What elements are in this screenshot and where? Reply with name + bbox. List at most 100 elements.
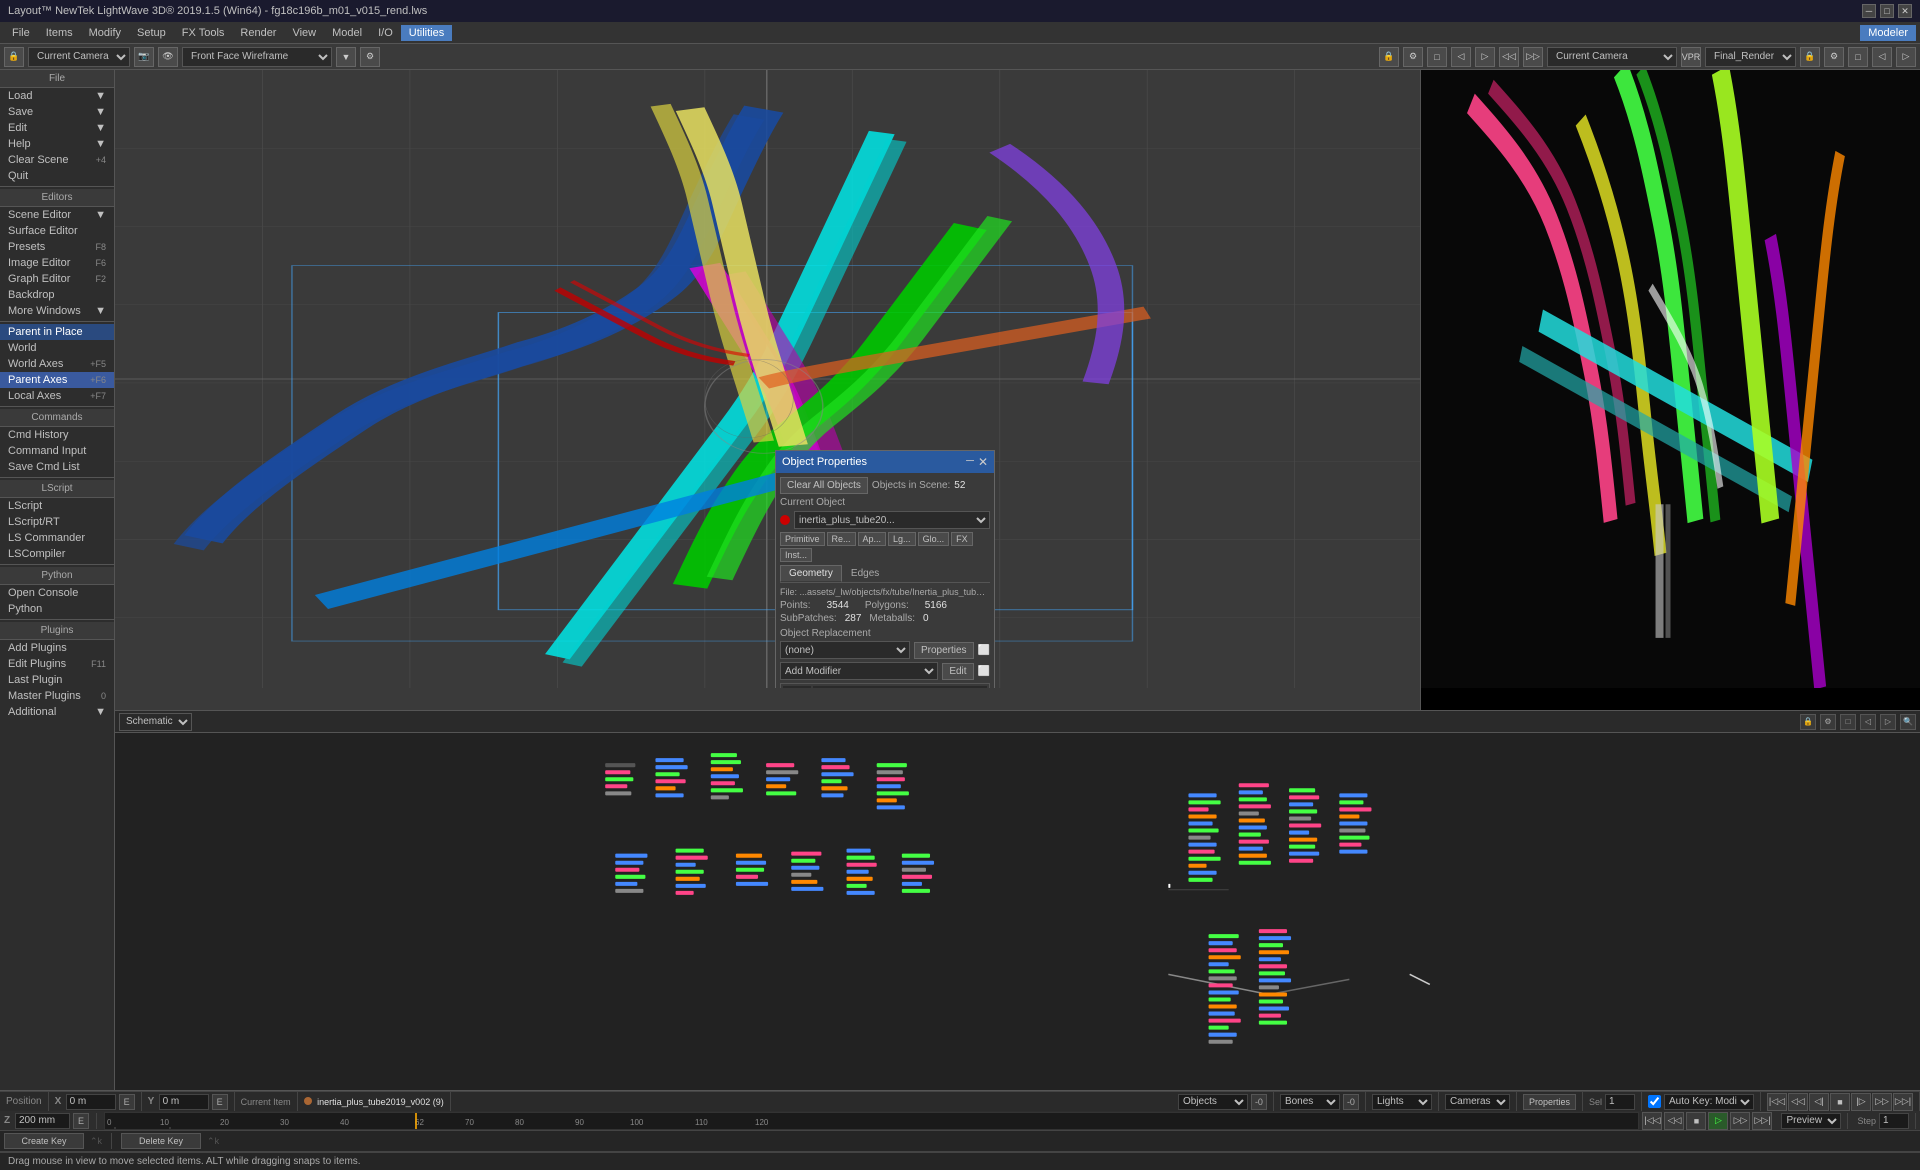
pb-right-right-btn[interactable]: ▷▷| (1752, 1112, 1772, 1130)
tab-lg[interactable]: Lg... (888, 532, 916, 546)
toolbar-r6[interactable]: ◁◁ (1499, 47, 1519, 67)
viewport-mode-select[interactable]: Front Face Wireframe (182, 47, 332, 67)
z-e-btn[interactable]: E (73, 1113, 89, 1129)
play-start-btn[interactable]: |◁◁ (1767, 1093, 1787, 1111)
sidebar-surface-editor[interactable]: Surface Editor (0, 223, 114, 239)
tab-fx[interactable]: FX (951, 532, 973, 546)
menu-file[interactable]: File (4, 25, 38, 41)
toolbar-cam-icon[interactable]: 📷 (134, 47, 154, 67)
timeline-ruler[interactable]: 0 10 20 30 40 62 70 80 90 100 110 120 (104, 1112, 1639, 1130)
schematic-fit-icon[interactable]: □ (1840, 714, 1856, 730)
properties-icon[interactable]: ⬜ (978, 645, 990, 656)
dialog-minimize[interactable]: ─ (966, 455, 974, 469)
cameras-select[interactable]: Cameras (1445, 1094, 1510, 1110)
tab-inst[interactable]: Inst... (780, 548, 812, 562)
edit-icon[interactable]: ⬜ (978, 666, 990, 677)
tab-primitive[interactable]: Primitive (780, 532, 825, 546)
main-viewport[interactable]: Object Properties ─ ✕ Clear All Objects … (115, 70, 1420, 710)
sidebar-ls-commander[interactable]: LS Commander (0, 530, 114, 546)
toolbar-eye-icon[interactable]: 👁 (158, 47, 178, 67)
toolbar-rr2[interactable]: ⚙ (1824, 47, 1844, 67)
sidebar-presets[interactable]: Presets F8 (0, 239, 114, 255)
toolbar-rr3[interactable]: □ (1848, 47, 1868, 67)
tab-re[interactable]: Re... (827, 532, 856, 546)
sidebar-graph-editor[interactable]: Graph Editor F2 (0, 271, 114, 287)
sidebar-scene-editor[interactable]: Scene Editor ▼ (0, 207, 114, 223)
main-viewport-canvas[interactable]: Object Properties ─ ✕ Clear All Objects … (115, 70, 1420, 688)
pb-left-left-btn[interactable]: |◁◁ (1642, 1112, 1662, 1130)
render-select[interactable]: Final_Render (1705, 47, 1796, 67)
right-camera-select[interactable]: Current Camera (1547, 47, 1677, 67)
sidebar-edit-plugins[interactable]: Edit Plugins F11 (0, 656, 114, 672)
menu-model[interactable]: Model (324, 25, 370, 41)
play-stop-btn[interactable]: ■ (1830, 1093, 1850, 1111)
pb-left-btn[interactable]: ◁◁ (1664, 1112, 1684, 1130)
toolbar-rr5[interactable]: ▷ (1896, 47, 1916, 67)
sidebar-last-plugin[interactable]: Last Plugin (0, 672, 114, 688)
sidebar-cmd-history[interactable]: Cmd History (0, 427, 114, 443)
delete-key-btn[interactable]: Delete Key (121, 1133, 201, 1149)
bones-select[interactable]: Bones (1280, 1094, 1340, 1110)
clear-all-objects-btn[interactable]: Clear All Objects (780, 477, 868, 494)
schematic-viewport[interactable]: Schematic 🔒 ⚙ □ ◁ ▷ 🔍 (115, 711, 1920, 1090)
right-render-viewport[interactable] (1420, 70, 1920, 710)
maximize-btn[interactable]: □ (1880, 4, 1894, 18)
menu-io[interactable]: I/O (370, 25, 401, 41)
sel-input[interactable] (1605, 1094, 1635, 1110)
toolbar-r5[interactable]: ▷ (1475, 47, 1495, 67)
step-input[interactable] (1879, 1113, 1909, 1129)
sidebar-world-axes[interactable]: World Axes +F5 (0, 356, 114, 372)
z-value-input[interactable] (15, 1113, 70, 1129)
sidebar-quit[interactable]: Quit (0, 168, 114, 184)
pb-play-btn[interactable]: ▷ (1708, 1112, 1728, 1130)
schematic-nav-icon2[interactable]: ▷ (1880, 714, 1896, 730)
sidebar-clear-scene[interactable]: Clear Scene +4 (0, 152, 114, 168)
toolbar-r1[interactable]: 🔒 (1379, 47, 1399, 67)
play-step-fwd-btn[interactable]: |▷ (1851, 1093, 1871, 1111)
x-e-btn[interactable]: E (119, 1094, 135, 1110)
lights-select[interactable]: Lights (1372, 1094, 1432, 1110)
y-e-btn[interactable]: E (212, 1094, 228, 1110)
menu-modify[interactable]: Modify (81, 25, 129, 41)
sidebar-command-input[interactable]: Command Input (0, 443, 114, 459)
schematic-mode-select[interactable]: Schematic (119, 713, 192, 731)
sidebar-world[interactable]: World (0, 340, 114, 356)
toolbar-settings-icon[interactable]: ⚙ (360, 47, 380, 67)
menu-setup[interactable]: Setup (129, 25, 174, 41)
autokey-select[interactable]: Auto Key: Modified (1664, 1094, 1754, 1110)
preview-select[interactable]: Preview (1781, 1113, 1841, 1129)
toolbar-r2[interactable]: ⚙ (1403, 47, 1423, 67)
create-key-btn[interactable]: Create Key (4, 1133, 84, 1149)
sidebar-image-editor[interactable]: Image Editor F6 (0, 255, 114, 271)
objects-select[interactable]: Objects (1178, 1094, 1248, 1110)
menu-modeler[interactable]: Modeler (1860, 25, 1916, 41)
tab-glo[interactable]: Glo... (918, 532, 950, 546)
dialog-close[interactable]: ✕ (978, 455, 988, 469)
tab-edges[interactable]: Edges (842, 565, 888, 582)
play-step-back-btn[interactable]: ◁| (1809, 1093, 1829, 1111)
schematic-settings-icon[interactable]: ⚙ (1820, 714, 1836, 730)
menu-utilities[interactable]: Utilities (401, 25, 452, 41)
properties-btn-timeline[interactable]: Properties (1523, 1094, 1576, 1110)
sidebar-load[interactable]: Load ▼ (0, 88, 114, 104)
autokey-checkbox[interactable] (1648, 1095, 1661, 1108)
sidebar-edit[interactable]: Edit ▼ (0, 120, 114, 136)
schematic-nav-icon1[interactable]: ◁ (1860, 714, 1876, 730)
sidebar-lscompiler[interactable]: LSCompiler (0, 546, 114, 562)
y-value-input[interactable] (159, 1094, 209, 1110)
toolbar-vpr-icon[interactable]: VPR (1681, 47, 1701, 67)
menu-view[interactable]: View (284, 25, 324, 41)
properties-btn[interactable]: Properties (914, 642, 974, 659)
add-modifier-select[interactable]: Add Modifier (780, 662, 938, 680)
close-btn[interactable]: ✕ (1898, 4, 1912, 18)
sidebar-more-windows[interactable]: More Windows ▼ (0, 303, 114, 319)
menu-render[interactable]: Render (232, 25, 284, 41)
sidebar-open-console[interactable]: Open Console (0, 585, 114, 601)
toolbar-lock-icon[interactable]: 🔒 (4, 47, 24, 67)
toolbar-rr4[interactable]: ◁ (1872, 47, 1892, 67)
render-canvas[interactable] (1421, 70, 1920, 688)
bones-minus-icon[interactable]: -0 (1343, 1094, 1359, 1110)
menu-fxtools[interactable]: FX Tools (174, 25, 233, 41)
pb-stop-btn2[interactable]: ■ (1686, 1112, 1706, 1130)
sidebar-lscript[interactable]: LScript (0, 498, 114, 514)
